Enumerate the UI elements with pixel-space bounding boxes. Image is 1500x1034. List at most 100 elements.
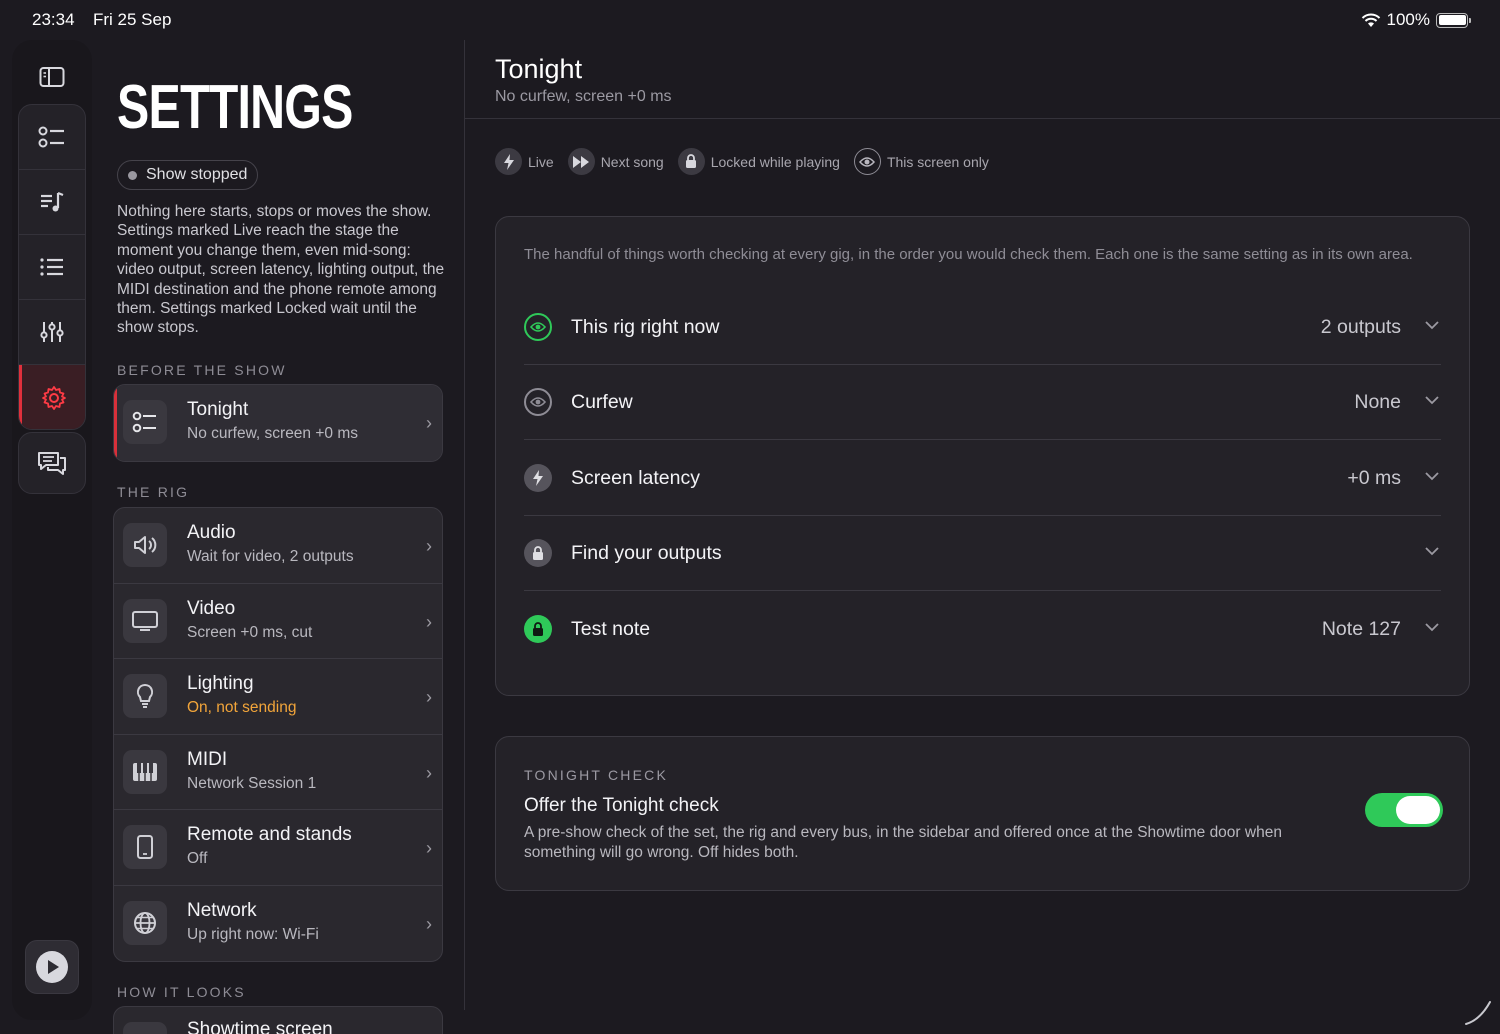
list-icon: [40, 258, 63, 276]
lightbulb-icon: [123, 674, 167, 718]
lock-icon: [524, 539, 552, 567]
wifi-icon: [1361, 13, 1380, 27]
status-bar: 23:34 Fri 25 Sep 100%: [0, 0, 1500, 40]
chevron-right-icon: ›: [426, 687, 432, 707]
sidebar-item-network[interactable]: Network Up right now: Wi-Fi ›: [114, 886, 442, 962]
tonight-check-description: A pre-show check of the set, the rig and…: [524, 824, 1282, 861]
detail-title: Tonight: [495, 54, 583, 84]
chevron-down-icon: [1425, 468, 1439, 486]
bolt-icon: [495, 148, 522, 175]
show-status-label: Show stopped: [146, 166, 248, 183]
rail-group: [18, 104, 86, 430]
sidebar-item-remote[interactable]: Remote and stands Off ›: [114, 810, 442, 886]
sidebar-item-title: Video: [187, 597, 236, 619]
sidebar-item-subtitle: Wait for video, 2 outputs: [187, 548, 354, 565]
rail-item-settings[interactable]: [19, 365, 85, 429]
setting-label: Curfew: [571, 391, 633, 413]
chevron-right-icon: ›: [426, 913, 432, 934]
rail-item-messages[interactable]: [18, 432, 86, 494]
chevron-right-icon: ›: [426, 762, 432, 783]
chevron-right-icon: ›: [426, 611, 432, 632]
tonight-settings-panel: The handful of things worth checking at …: [495, 216, 1470, 696]
sidebar-item-audio[interactable]: Audio Wait for video, 2 outputs ›: [114, 508, 442, 584]
setting-row-find-outputs[interactable]: Find your outputs: [524, 516, 1441, 591]
checklist-icon: [38, 126, 64, 148]
legend-item-locked: Locked while playing: [677, 148, 840, 175]
play-button[interactable]: [25, 940, 79, 994]
section-label-how-it-looks: HOW IT LOOKS: [117, 984, 246, 1000]
rail-item-tonight[interactable]: [19, 105, 85, 170]
clock: 23:34: [32, 10, 75, 29]
date: Fri 25 Sep: [93, 10, 172, 29]
setting-row-test-note[interactable]: Test note Note 127: [524, 592, 1441, 667]
sidebar-toggle-button[interactable]: [18, 46, 86, 108]
chevron-right-icon: ›: [426, 536, 432, 556]
setting-value: 2 outputs: [1320, 316, 1401, 338]
sidebar-item-video[interactable]: Video Screen +0 ms, cut ›: [114, 584, 442, 659]
chevron-down-icon: [1425, 619, 1439, 637]
setting-row-curfew[interactable]: Curfew None: [524, 365, 1441, 440]
legend-item-this-screen: This screen only: [853, 148, 989, 175]
setting-label: This rig right now: [571, 316, 720, 338]
play-icon: [36, 951, 68, 983]
legend-label: Live: [528, 153, 554, 170]
sidebar-item-showtime-screen[interactable]: Showtime screen: [114, 1007, 442, 1034]
eye-icon: [524, 388, 552, 416]
detail-header: Tonight No curfew, screen +0 ms: [465, 40, 1500, 119]
setting-row-this-rig[interactable]: This rig right now 2 outputs: [524, 290, 1441, 365]
speaker-icon: [123, 523, 167, 567]
rail-item-setlist[interactable]: [19, 235, 85, 300]
battery-icon: [1436, 12, 1471, 28]
battery-percent: 100%: [1386, 10, 1430, 29]
lock-icon: [677, 148, 705, 175]
bolt-icon: [524, 464, 552, 492]
setting-row-screen-latency[interactable]: Screen latency +0 ms: [524, 441, 1441, 516]
resize-handle-icon: [1465, 1001, 1491, 1025]
sidebar-item-title: Lighting: [187, 673, 254, 694]
setting-label: Test note: [571, 618, 651, 640]
section-label-tonight-check: TONIGHT CHECK: [524, 767, 668, 783]
sidebar-item-title: Tonight: [187, 399, 249, 420]
fast-forward-icon: [567, 148, 595, 175]
nav-card-how-it-looks: Showtime screen: [113, 1006, 443, 1034]
status-indicators: 100%: [1361, 10, 1471, 30]
chevron-right-icon: ›: [426, 413, 432, 433]
chevron-right-icon: ›: [426, 838, 432, 858]
sidebar-item-title: Audio: [187, 522, 236, 543]
navigation-rail: [12, 40, 92, 1020]
lock-icon: [524, 615, 552, 643]
sidebar-item-title: Showtime screen: [187, 1019, 333, 1034]
panel-description: The handful of things worth checking at …: [524, 246, 1413, 263]
tonight-check-title: Offer the Tonight check: [524, 795, 719, 816]
nav-card-the-rig: Audio Wait for video, 2 outputs › Video …: [113, 507, 443, 962]
legend-item-next-song: Next song: [567, 148, 664, 175]
sidebar-item-subtitle: On, not sending: [187, 699, 297, 716]
sidebar-item-title: MIDI: [187, 748, 228, 770]
sidebar-toggle-icon: [39, 67, 65, 87]
rail-item-songs[interactable]: [19, 170, 85, 235]
gear-icon: [41, 385, 66, 410]
setting-label: Find your outputs: [571, 542, 722, 564]
sidebar-item-lighting[interactable]: Lighting On, not sending ›: [114, 659, 442, 735]
section-label-the-rig: THE RIG: [117, 484, 190, 500]
setting-value: None: [1354, 391, 1401, 413]
sidebar-item-midi[interactable]: MIDI Network Session 1 ›: [114, 735, 442, 810]
nav-card-before-the-show: Tonight No curfew, screen +0 ms ›: [113, 384, 443, 462]
piano-keys-icon: [123, 749, 167, 794]
legend-label: Locked while playing: [710, 153, 840, 170]
settings-sidebar: SETTINGS Show stopped Nothing here start…: [104, 40, 464, 1034]
sidebar-item-title: Network: [187, 899, 257, 921]
sidebar-item-tonight[interactable]: Tonight No curfew, screen +0 ms ›: [114, 385, 442, 461]
setting-value: +0 ms: [1347, 467, 1401, 489]
sliders-icon: [40, 322, 64, 342]
legend-item-live: Live: [495, 148, 554, 175]
rail-item-mixer[interactable]: [19, 300, 85, 365]
chat-bubbles-icon: [38, 452, 66, 475]
tonight-check-toggle[interactable]: [1365, 793, 1443, 827]
monitor-icon: [123, 598, 167, 643]
column-divider: [464, 40, 465, 1010]
sidebar-item-subtitle: No curfew, screen +0 ms: [187, 425, 358, 442]
setting-value: Note 127: [1321, 618, 1401, 640]
music-list-icon: [41, 191, 64, 212]
toggle-knob: [1396, 796, 1440, 824]
